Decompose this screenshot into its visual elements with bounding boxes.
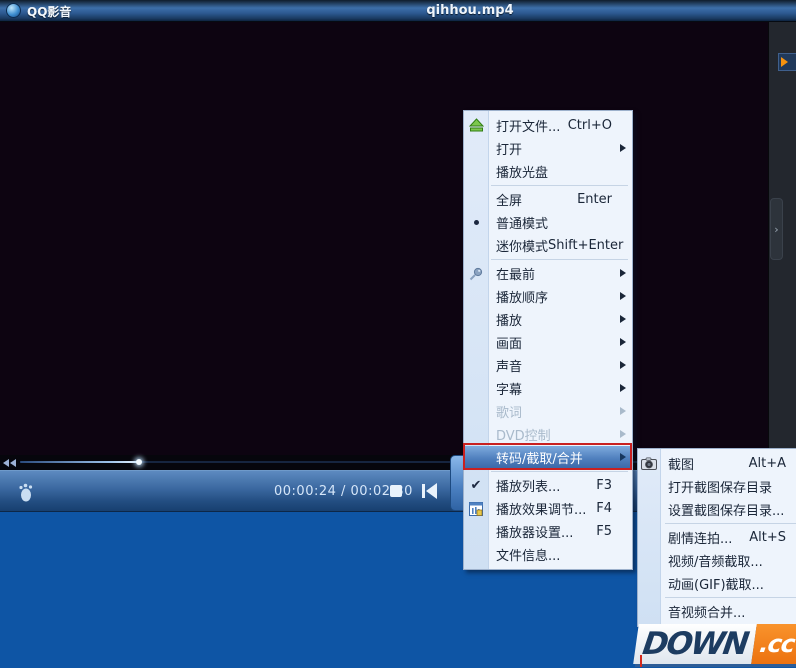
radio-bullet-icon bbox=[467, 214, 485, 231]
rewind-icon[interactable] bbox=[3, 459, 17, 467]
menu-item-open-file[interactable]: 打开文件... Ctrl+O bbox=[464, 114, 632, 137]
watermark-logo: DOWN .cc bbox=[633, 624, 796, 664]
submenu-item-gif-capture[interactable]: 动画(GIF)截取... bbox=[638, 572, 796, 595]
menu-separator bbox=[491, 185, 628, 186]
playlist-active-item[interactable] bbox=[778, 53, 796, 71]
eject-icon bbox=[467, 117, 485, 134]
menu-item-playlist[interactable]: ✔ 播放列表... F3 bbox=[464, 474, 632, 497]
submenu-item-set-screenshot-folder[interactable]: 设置截图保存目录... bbox=[638, 498, 796, 521]
submenu-arrow-icon bbox=[620, 361, 626, 369]
red-tick-mark bbox=[640, 655, 642, 667]
app-name: QQ影音 bbox=[27, 3, 71, 20]
title-bar: QQ影音 qihhou.mp4 bbox=[0, 0, 796, 22]
submenu-arrow-icon bbox=[620, 453, 626, 461]
menu-item-effect-adjust[interactable]: 播放效果调节... F4 bbox=[464, 497, 632, 520]
equalizer-icon bbox=[467, 500, 485, 517]
menu-item-always-on-top[interactable]: 在最前 bbox=[464, 262, 632, 285]
menu-item-sound[interactable]: 声音 bbox=[464, 354, 632, 377]
transcode-submenu: 截图 Alt+A 打开截图保存目录 设置截图保存目录... 剧情连拍... Al… bbox=[637, 448, 796, 627]
submenu-arrow-icon bbox=[620, 144, 626, 152]
menu-item-file-info[interactable]: 文件信息... bbox=[464, 543, 632, 566]
camera-icon bbox=[640, 455, 658, 472]
menu-item-play[interactable]: 播放 bbox=[464, 308, 632, 331]
menu-item-player-settings[interactable]: 播放器设置... F5 bbox=[464, 520, 632, 543]
submenu-arrow-icon bbox=[620, 338, 626, 346]
menu-separator bbox=[491, 259, 628, 260]
menu-item-normal-mode[interactable]: 普通模式 bbox=[464, 211, 632, 234]
menu-item-fullscreen[interactable]: 全屏 Enter bbox=[464, 188, 632, 211]
menu-item-picture[interactable]: 画面 bbox=[464, 331, 632, 354]
menu-item-subtitle[interactable]: 字幕 bbox=[464, 377, 632, 400]
submenu-arrow-icon bbox=[620, 315, 626, 323]
menu-item-mini-mode[interactable]: 迷你模式 Shift+Enter bbox=[464, 234, 632, 257]
app-logo-icon bbox=[6, 3, 21, 18]
menu-item-play-order[interactable]: 播放顺序 bbox=[464, 285, 632, 308]
submenu-arrow-icon bbox=[620, 384, 626, 392]
now-playing-icon bbox=[781, 57, 788, 67]
menu-item-transcode-capture-merge[interactable]: 转码/截取/合并 bbox=[464, 446, 632, 469]
submenu-item-open-screenshot-folder[interactable]: 打开截图保存目录 bbox=[638, 475, 796, 498]
sidebar-expand-button[interactable]: › bbox=[770, 198, 783, 260]
seek-handle[interactable] bbox=[136, 459, 142, 465]
watermark-cc-text: .cc bbox=[758, 630, 796, 658]
video-display-area[interactable] bbox=[0, 22, 768, 455]
submenu-item-screenshot[interactable]: 截图 Alt+A bbox=[638, 452, 796, 475]
menu-item-dvd-control: DVD控制 bbox=[464, 423, 632, 446]
menu-item-lyrics: 歌词 bbox=[464, 400, 632, 423]
footprint-logo-icon bbox=[17, 481, 37, 503]
window-title: qihhou.mp4 bbox=[426, 3, 513, 18]
check-icon: ✔ bbox=[467, 477, 485, 494]
menu-separator bbox=[665, 597, 796, 598]
stop-button[interactable] bbox=[390, 485, 402, 497]
menu-item-play-disc[interactable]: 播放光盘 bbox=[464, 160, 632, 183]
pin-icon bbox=[467, 265, 485, 282]
submenu-item-video-audio-capture[interactable]: 视频/音频截取... bbox=[638, 549, 796, 572]
menu-item-open[interactable]: 打开 bbox=[464, 137, 632, 160]
menu-separator bbox=[665, 523, 796, 524]
submenu-item-burst-shot[interactable]: 剧情连拍... Alt+S bbox=[638, 526, 796, 549]
previous-button[interactable] bbox=[421, 483, 437, 499]
seek-bar-played bbox=[20, 461, 139, 463]
menu-separator bbox=[491, 471, 628, 472]
watermark-down-text: DOWN bbox=[640, 626, 749, 662]
submenu-arrow-icon bbox=[620, 292, 626, 300]
submenu-arrow-icon bbox=[620, 430, 626, 438]
submenu-arrow-icon bbox=[620, 407, 626, 415]
submenu-arrow-icon bbox=[620, 269, 626, 277]
submenu-item-av-merge[interactable]: 音视频合并... bbox=[638, 600, 796, 623]
context-menu: 打开文件... Ctrl+O 打开 播放光盘 全屏 Enter 普通模式 迷你模… bbox=[463, 110, 633, 570]
